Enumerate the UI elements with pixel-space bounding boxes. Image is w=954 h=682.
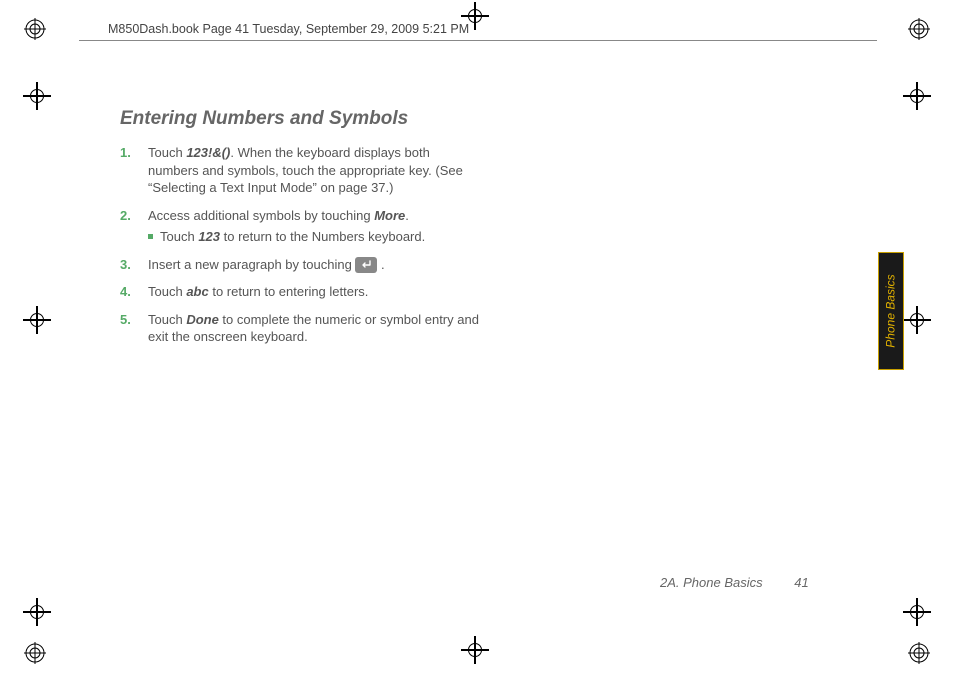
step-item: 2. Access additional symbols by touching… <box>120 207 480 246</box>
step-item: 4. Touch abc to return to entering lette… <box>120 283 480 301</box>
cropmark-icon <box>907 310 927 330</box>
section-title: Entering Numbers and Symbols <box>120 108 480 130</box>
regmark-icon <box>908 18 930 40</box>
step-text: Touch <box>148 284 186 299</box>
step-item: 1. Touch 123!&(). When the keyboard disp… <box>120 144 480 197</box>
step-number: 4. <box>120 283 131 301</box>
keyboard-key-label: Done <box>186 312 219 327</box>
sub-step: Touch 123 to return to the Numbers keybo… <box>148 228 480 246</box>
step-text: Touch <box>148 145 186 160</box>
cropmark-icon <box>465 640 485 660</box>
cropmark-icon <box>27 310 47 330</box>
step-text: to return to the Numbers keyboard. <box>220 229 425 244</box>
section-tab-label: Phone Basics <box>884 274 898 347</box>
content-block: Entering Numbers and Symbols 1. Touch 12… <box>120 108 480 356</box>
keyboard-key-label: 123 <box>198 229 220 244</box>
step-text: Touch <box>148 312 186 327</box>
step-text: Access additional symbols by touching <box>148 208 374 223</box>
regmark-icon <box>24 642 46 664</box>
steps-list: 1. Touch 123!&(). When the keyboard disp… <box>120 144 480 346</box>
step-item: 3. Insert a new paragraph by touching . <box>120 256 480 274</box>
step-number: 5. <box>120 311 131 329</box>
step-number: 3. <box>120 256 131 274</box>
step-number: 2. <box>120 207 131 225</box>
step-text: . <box>381 257 385 272</box>
section-tab: Phone Basics <box>878 252 904 370</box>
page-footer: 2A. Phone Basics 41 <box>660 575 809 590</box>
cropmark-icon <box>907 602 927 622</box>
footer-page-number: 41 <box>794 575 808 590</box>
step-number: 1. <box>120 144 131 162</box>
keyboard-key-label: More <box>374 208 405 223</box>
step-text: to return to entering letters. <box>209 284 369 299</box>
footer-section: 2A. Phone Basics <box>660 575 763 590</box>
document-path: M850Dash.book Page 41 Tuesday, September… <box>108 22 469 36</box>
cropmark-icon <box>907 86 927 106</box>
return-key-icon <box>355 257 377 273</box>
regmark-icon <box>908 642 930 664</box>
step-item: 5. Touch Done to complete the numeric or… <box>120 311 480 346</box>
header-rule <box>79 40 877 41</box>
step-text: . <box>405 208 409 223</box>
cropmark-icon <box>27 602 47 622</box>
step-text: Touch <box>160 229 198 244</box>
cropmark-icon <box>27 86 47 106</box>
keyboard-key-label: abc <box>186 284 208 299</box>
regmark-icon <box>24 18 46 40</box>
step-text: Insert a new paragraph by touching <box>148 257 355 272</box>
keyboard-key-label: 123!&() <box>186 145 230 160</box>
